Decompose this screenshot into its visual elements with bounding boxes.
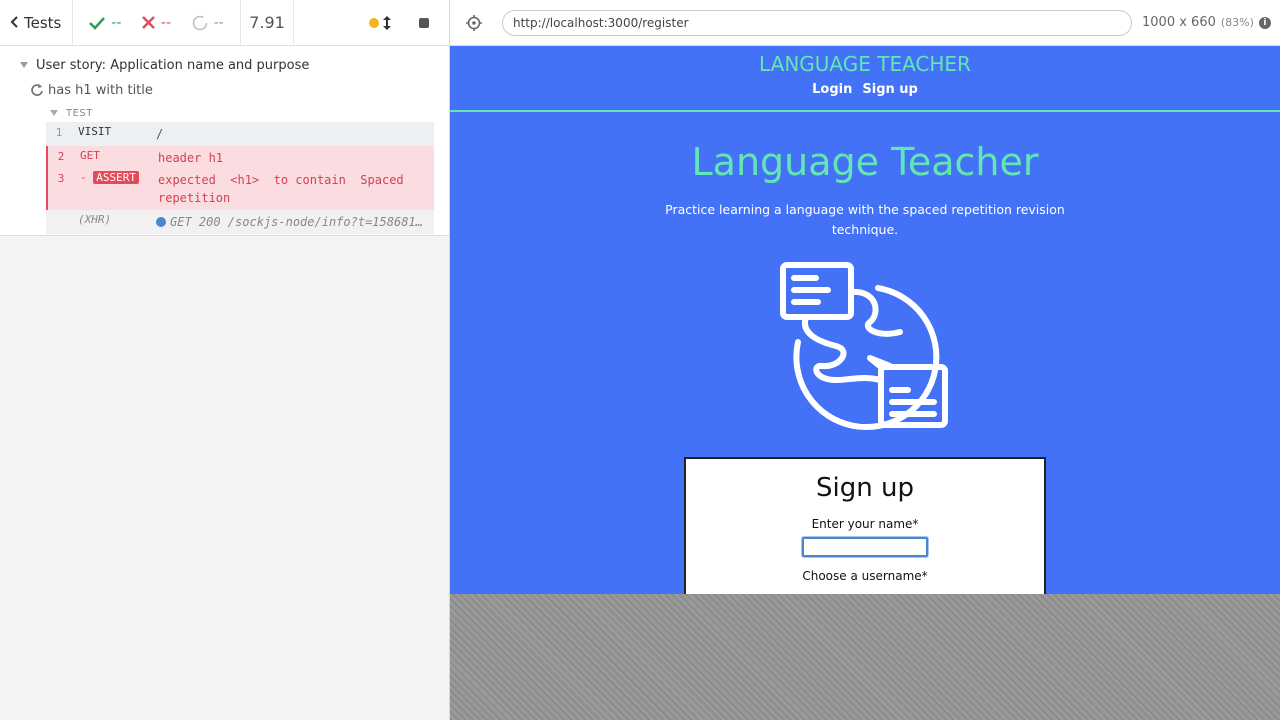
viewport-info: 1000 x 660 (83%) i — [1142, 15, 1271, 30]
info-icon[interactable]: i — [1258, 16, 1271, 29]
tests-button[interactable]: Tests — [0, 0, 73, 46]
suite-row[interactable]: User story: Application name and purpose — [0, 52, 449, 78]
command-name: (XHR) — [78, 213, 112, 226]
selector-playground-button[interactable] — [450, 0, 498, 46]
url-text: http://localhost:3000/register — [513, 15, 689, 30]
crosshair-icon — [466, 14, 482, 31]
runnable-list: User story: Application name and purpose… — [0, 46, 449, 236]
passed-stat[interactable]: -- — [89, 15, 121, 31]
test-row[interactable]: has h1 with title — [0, 78, 449, 102]
aut-frame: LANGUAGE TEACHER Login Sign up Language … — [450, 46, 1280, 720]
command-row[interactable]: (XHR) GET 200 /sockjs-node/info?t=158681… — [46, 210, 434, 234]
nav-signup-link[interactable]: Sign up — [862, 82, 917, 97]
command-row[interactable]: 3 - ASSERT expected <h1> to contain Spac… — [46, 168, 434, 210]
resize-vertical-icon — [383, 15, 391, 30]
viewport-size: 1000 x 660 — [1142, 15, 1216, 30]
duration: 7.91 — [241, 0, 294, 46]
globe-chat-icon — [780, 262, 948, 431]
command-number: 1 — [55, 126, 63, 139]
refresh-icon — [31, 84, 43, 96]
status-dot-icon — [369, 17, 379, 28]
username-label: Choose a username* — [802, 569, 928, 583]
command-message: header h1 — [158, 151, 224, 165]
command-message: / — [156, 127, 164, 141]
assert-prefix: - — [80, 171, 87, 184]
url-bar[interactable]: http://localhost:3000/register — [502, 9, 1132, 36]
assert-badge: ASSERT — [93, 171, 139, 184]
check-icon — [89, 16, 106, 30]
suite-title: User story: Application name and purpose — [36, 57, 310, 73]
name-label: Enter your name* — [811, 517, 919, 531]
signup-card: Sign up Enter your name* Choose a userna… — [684, 457, 1046, 594]
circle-notch-icon — [192, 15, 207, 30]
command-row[interactable]: 1 visit / — [46, 122, 434, 146]
pending-stat[interactable]: -- — [192, 15, 224, 31]
command-message: GET 200 /sockjs-node/info?t=158681… — [170, 215, 423, 229]
command-message: expected <h1> to contain Spaced repetiti… — [158, 173, 411, 205]
app-viewport: LANGUAGE TEACHER Login Sign up Language … — [450, 46, 1280, 594]
stop-icon[interactable] — [419, 17, 429, 28]
app-header: LANGUAGE TEACHER Login Sign up — [450, 46, 1280, 112]
command-list: 1 visit / 2 get header h1 3 - ASSERT exp… — [46, 122, 434, 234]
command-number: 2 — [57, 150, 65, 163]
command-name: visit — [78, 125, 112, 138]
main-nav: Login Sign up — [450, 82, 1280, 97]
viewport-toggle[interactable] — [369, 15, 391, 30]
x-icon — [142, 16, 155, 29]
tests-label: Tests — [24, 13, 62, 32]
test-title: has h1 with title — [48, 82, 153, 98]
hero-title: Language Teacher — [691, 140, 1039, 184]
xhr-status-dot-icon — [156, 217, 166, 227]
command-number: 3 — [57, 172, 65, 185]
passed-count: -- — [111, 14, 122, 31]
failed-stat[interactable]: -- — [142, 15, 171, 31]
tagline: Practice learning a language with the sp… — [665, 202, 1065, 237]
command-message-wrap: GET 200 /sockjs-node/info?t=158681… — [156, 213, 434, 231]
hook-header[interactable]: TEST — [50, 104, 449, 122]
viewport-scale: (83%) — [1220, 16, 1254, 29]
run-controls — [294, 0, 449, 46]
command-number — [46, 213, 72, 214]
hook-section: TEST — [0, 104, 449, 122]
reporter-panel: Tests -- -- -- 7.91 User story: Applicat… — [0, 0, 450, 720]
hook-label: TEST — [66, 107, 93, 119]
signup-title: Sign up — [816, 473, 914, 503]
nav-login-link[interactable]: Login — [812, 82, 852, 97]
caret-down-icon — [20, 62, 28, 68]
reporter-header: Tests -- -- -- 7.91 — [0, 0, 449, 46]
command-name: - ASSERT — [74, 171, 158, 184]
name-input[interactable] — [802, 537, 928, 557]
command-row[interactable]: 2 get header h1 — [46, 146, 434, 170]
stats-bar: -- -- -- — [73, 0, 241, 46]
caret-down-icon — [50, 110, 58, 116]
pending-count: -- — [213, 14, 224, 31]
brand-title[interactable]: LANGUAGE TEACHER — [450, 46, 1280, 76]
aut-header: http://localhost:3000/register 1000 x 66… — [450, 0, 1280, 46]
command-name: get — [80, 149, 100, 162]
chevron-left-icon — [10, 14, 18, 32]
failed-count: -- — [160, 14, 172, 31]
